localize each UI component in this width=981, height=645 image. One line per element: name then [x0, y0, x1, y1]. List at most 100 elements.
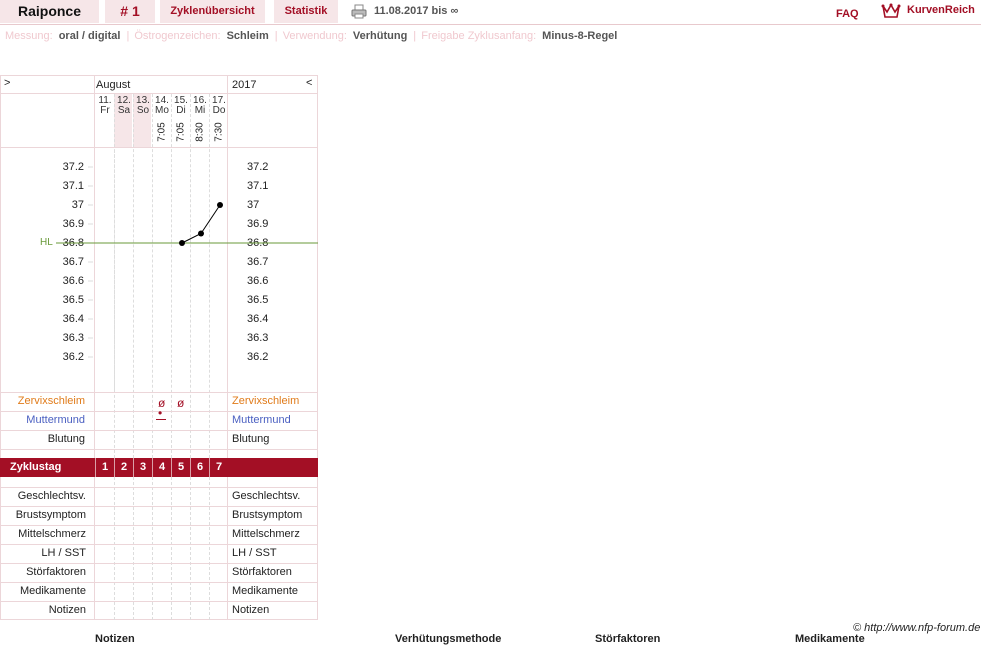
measure-time-text: 7:05	[175, 122, 187, 142]
disruptors-label-right: Störfaktoren	[232, 566, 292, 578]
settings-info-line: Messung: oral / digital | Östrogenzeichen:…	[5, 30, 621, 42]
cycle-day-sep	[114, 458, 115, 477]
divider	[0, 525, 318, 526]
divider	[0, 582, 318, 583]
divider	[0, 147, 318, 148]
brand-name[interactable]: KurvenReich	[907, 4, 975, 16]
cervix-label-left: Zervixschleim	[17, 395, 85, 407]
notes-label-right: Notizen	[232, 604, 270, 616]
footer-col-disruptors: Störfaktoren	[595, 633, 661, 645]
measure-time-text: 8:30	[194, 122, 206, 142]
use-label: Verwendung:	[282, 30, 347, 42]
release-label: Freigabe Zyklusanfang:	[421, 30, 537, 42]
grid-line	[171, 477, 172, 620]
separator: |	[126, 30, 130, 42]
cycle-day-number: 1	[101, 461, 109, 473]
breast-symptom-label-left: Brustsymptom	[15, 509, 86, 521]
bleeding-label-left: Blutung	[47, 433, 85, 445]
temperature-chart	[56, 166, 318, 358]
measure-time: 8:30	[191, 122, 209, 142]
cervix-mark[interactable]: ø	[177, 396, 184, 410]
day-header[interactable]: 14. Mo	[153, 96, 171, 116]
divider	[0, 544, 318, 545]
cycle-day-sep	[209, 458, 210, 477]
measure-time: 7:05	[153, 122, 171, 142]
year-label: 2017	[232, 79, 257, 91]
nav-next-button[interactable]: <	[306, 77, 312, 89]
printer-icon[interactable]	[351, 4, 367, 19]
temperature-point[interactable]	[217, 202, 223, 208]
day-weekday: Di	[176, 105, 186, 116]
bleeding-label-right: Blutung	[232, 433, 270, 445]
day-weekday: Sa	[117, 105, 131, 116]
temperature-point[interactable]	[198, 230, 204, 237]
divider	[0, 449, 318, 450]
day-header[interactable]: 17. Do	[210, 96, 228, 116]
cycle-day-number: 4	[158, 461, 166, 473]
day-header[interactable]: 15. Di	[172, 96, 190, 116]
day-header[interactable]: 13. So	[134, 96, 152, 116]
divider	[0, 430, 318, 431]
top-nav: Raiponce # 1 Zyklenübersicht Statistik 1…	[0, 0, 981, 25]
tab-cycle-overview[interactable]: Zyklenübersicht	[160, 0, 265, 23]
grid-line	[209, 477, 210, 620]
cervix-label-right: Zervixschleim	[232, 395, 300, 407]
footer-col-notes: Notizen	[95, 633, 135, 645]
notes-label-left: Notizen	[48, 604, 86, 616]
os-label-left: Muttermund	[26, 414, 85, 426]
nav-prev-button[interactable]: >	[4, 77, 10, 89]
day-weekday: Mo	[155, 105, 169, 116]
day-header[interactable]: 12. Sa	[115, 96, 133, 116]
grid-line	[114, 477, 115, 620]
day-weekday: Do	[212, 105, 226, 116]
cycle-day-sep	[190, 458, 191, 477]
day-weekday: Fr	[100, 105, 110, 116]
measure-time: 7:05	[172, 122, 190, 142]
lh-sst-label-right: LH / SST	[232, 547, 277, 559]
breast-symptom-label-right: Brustsymptom	[232, 509, 303, 521]
os-mark-underline	[156, 419, 166, 420]
mid-pain-label-left: Mittelschmerz	[18, 528, 86, 540]
crown-logo-icon	[881, 3, 901, 18]
os-label-right: Muttermund	[232, 414, 291, 426]
cycle-day-sep	[171, 458, 172, 477]
measure-time: 7:30	[210, 122, 228, 142]
cycle-day-number: 3	[139, 461, 147, 473]
footer-col-method: Verhütungsmethode	[395, 633, 502, 645]
cycle-day-number: 5	[177, 461, 185, 473]
day-header[interactable]: 11. Fr	[96, 96, 114, 116]
date-range: 11.08.2017 bis ∞	[374, 5, 459, 17]
separator: |	[274, 30, 278, 42]
cycle-day-sep	[133, 458, 134, 477]
cycle-number[interactable]: # 1	[105, 0, 155, 23]
disruptors-label-left: Störfaktoren	[26, 566, 86, 578]
release-value: Minus-8-Regel	[542, 30, 618, 42]
day-weekday: So	[136, 105, 150, 116]
cycle-day-sep	[152, 458, 153, 477]
os-mark[interactable]: •	[158, 406, 162, 420]
grid-line	[190, 477, 191, 620]
tab-statistics[interactable]: Statistik	[274, 0, 338, 23]
medication-label-right: Medikamente	[232, 585, 299, 597]
grid-line	[152, 477, 153, 620]
day-header[interactable]: 16. Mi	[191, 96, 209, 116]
day-weekday: Mi	[194, 105, 206, 116]
divider	[0, 601, 318, 602]
cycle-day-number: 6	[196, 461, 204, 473]
copyright-link[interactable]: © http://www.nfp-forum.de	[853, 622, 980, 634]
sex-label-left: Geschlechtsv.	[17, 490, 86, 502]
lh-sst-label-left: LH / SST	[41, 547, 86, 559]
measure-time	[134, 122, 152, 142]
mid-pain-label-right: Mittelschmerz	[232, 528, 300, 540]
divider	[0, 93, 318, 94]
sex-label-right: Geschlechtsv.	[232, 490, 301, 502]
temperature-point[interactable]	[179, 240, 185, 246]
temperature-line	[181, 204, 221, 244]
faq-link[interactable]: FAQ	[836, 8, 859, 20]
estrogen-value: Schleim	[226, 30, 269, 42]
measure-time-text: 7:05	[156, 122, 168, 142]
cycle-day-number: 7	[215, 461, 223, 473]
measure-label: Messung:	[5, 30, 53, 42]
cycle-day-number: 2	[120, 461, 128, 473]
month-label: August	[96, 79, 131, 91]
